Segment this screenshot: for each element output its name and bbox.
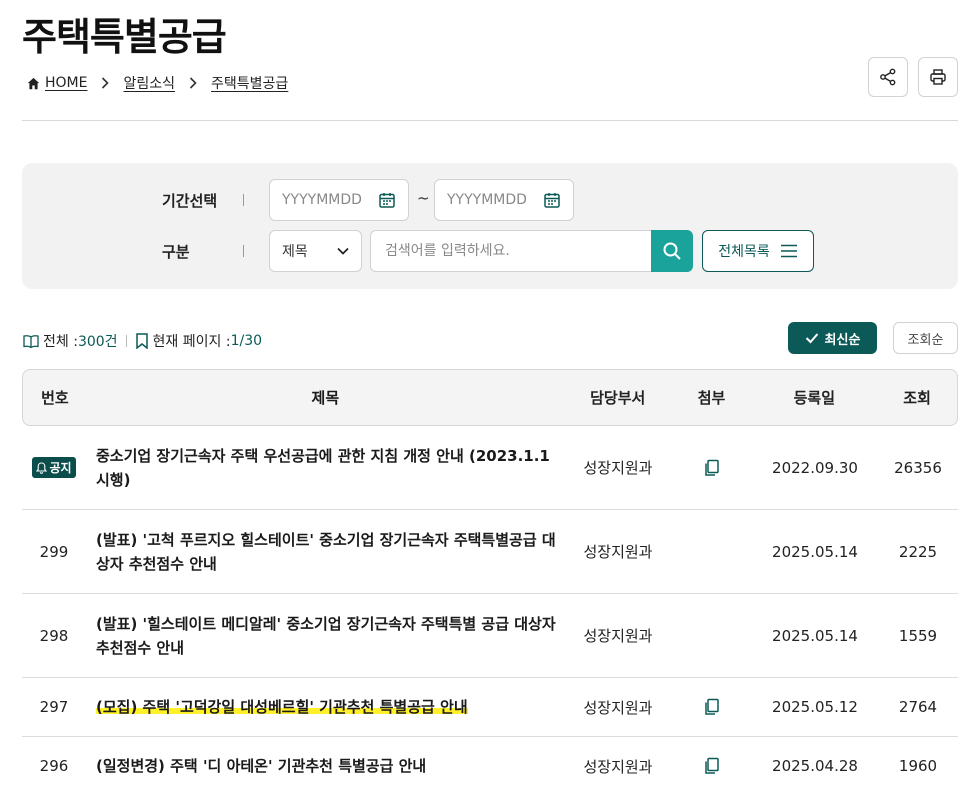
end-date-input[interactable]: YYYYMMDD — [434, 179, 574, 221]
home-icon — [27, 77, 40, 90]
post-date: 2022.09.30 — [772, 458, 858, 477]
breadcrumb: HOME 알림소식 주택특별공급 — [27, 73, 288, 93]
notice-badge: 공지 — [32, 457, 76, 478]
page-title: 주택특별공급 — [22, 15, 227, 59]
post-views: 26356 — [894, 458, 942, 477]
page-label: 현재 페이지 : — [152, 334, 231, 350]
total-count: 300건 — [77, 334, 118, 350]
table-header: 번호 제목 담당부서 첨부 등록일 조회 — [22, 369, 958, 426]
table-row[interactable]: 공지 중소기업 장기근속자 주택 우선공급에 관한 지침 개정 안내 (2023… — [22, 426, 958, 510]
post-date: 2025.05.14 — [772, 542, 858, 561]
header-date: 등록일 — [793, 389, 835, 407]
all-list-button[interactable]: 전체목록 — [702, 230, 814, 272]
category-label: 구분 — [162, 241, 244, 262]
post-number: 297 — [39, 698, 69, 716]
post-title[interactable]: (발표) '힐스테이트 메디알레' 중소기업 장기근속자 주택특별 공급 대상자… — [96, 615, 556, 657]
search-button[interactable] — [651, 230, 693, 272]
header-divider — [22, 120, 958, 121]
header-dept: 담당부서 — [590, 389, 646, 407]
table-row[interactable]: 297 (모집) 주택 '고덕강일 대성베르힐' 기관추천 특별공급 안내 성장… — [22, 678, 958, 737]
sort-latest-button[interactable]: 최신순 — [788, 322, 877, 354]
date-range-separator: ~ — [417, 189, 430, 207]
menu-icon — [780, 244, 798, 258]
post-date: 2025.04.28 — [772, 757, 858, 775]
calendar-icon[interactable] — [378, 191, 396, 209]
file-icon[interactable] — [703, 757, 721, 775]
share-icon — [879, 68, 897, 86]
list-stats: 전체 : 300건 현재 페이지 : 1/30 — [23, 331, 262, 351]
total-label: 전체 : — [43, 334, 78, 350]
bookmark-icon — [135, 333, 149, 349]
table-row[interactable]: 299 (발표) '고척 푸르지오 힐스테이트' 중소기업 장기근속자 주택특별… — [22, 510, 958, 594]
post-dept: 성장지원과 — [583, 543, 653, 561]
chevron-right-icon — [189, 77, 197, 89]
post-dept: 성장지원과 — [583, 627, 653, 645]
print-icon — [929, 68, 947, 86]
bell-icon — [36, 461, 48, 474]
period-label: 기간선택 — [162, 190, 244, 211]
chevron-right-icon — [101, 77, 110, 89]
calendar-icon[interactable] — [543, 191, 561, 209]
post-title[interactable]: (발표) '고척 푸르지오 힐스테이트' 중소기업 장기근속자 주택특별공급 대… — [96, 531, 556, 573]
post-views: 1559 — [898, 626, 938, 645]
search-panel: 기간선택 YYYYMMDD ~ YYYYMMDD 구분 제목 전체목록 — [22, 163, 958, 289]
post-number: 299 — [39, 542, 69, 561]
start-date-input[interactable]: YYYYMMDD — [269, 179, 409, 221]
post-date: 2025.05.14 — [772, 626, 858, 645]
file-icon[interactable] — [703, 698, 721, 716]
chevron-down-icon — [337, 247, 349, 255]
breadcrumb-notice[interactable]: 알림소식 — [123, 73, 175, 93]
breadcrumb-current[interactable]: 주택특별공급 — [211, 73, 288, 93]
header-no: 번호 — [41, 389, 69, 407]
post-number: 296 — [39, 757, 69, 775]
search-input[interactable] — [370, 230, 652, 272]
header-title: 제목 — [311, 388, 340, 407]
file-icon[interactable] — [703, 459, 721, 477]
print-button[interactable] — [918, 57, 958, 97]
header-views: 조회 — [903, 389, 931, 407]
post-dept: 성장지원과 — [583, 757, 653, 776]
page-count: 1/30 — [230, 333, 263, 349]
category-select[interactable]: 제목 — [269, 230, 362, 272]
check-icon — [805, 332, 819, 344]
share-button[interactable] — [868, 57, 908, 97]
book-icon — [23, 334, 39, 348]
table-row[interactable]: 296 (일정변경) 주택 '디 아테온' 기관추천 특별공급 안내 성장지원과… — [22, 737, 958, 795]
breadcrumb-home[interactable]: HOME — [45, 75, 87, 91]
post-date: 2025.05.12 — [772, 698, 858, 716]
post-views: 2764 — [898, 698, 938, 716]
post-views: 2225 — [898, 542, 938, 561]
post-title[interactable]: 중소기업 장기근속자 주택 우선공급에 관한 지침 개정 안내 (2023.1.… — [96, 447, 550, 489]
sort-views-button[interactable]: 조회순 — [893, 322, 958, 354]
post-title[interactable]: (일정변경) 주택 '디 아테온' 기관추천 특별공급 안내 — [96, 757, 426, 775]
post-title-highlighted[interactable]: (모집) 주택 '고덕강일 대성베르힐' 기관추천 특별공급 안내 — [96, 698, 468, 716]
table-row[interactable]: 298 (발표) '힐스테이트 메디알레' 중소기업 장기근속자 주택특별 공급… — [22, 594, 958, 678]
post-views: 1960 — [898, 757, 938, 775]
post-dept: 성장지원과 — [583, 459, 653, 477]
header-attach: 첨부 — [697, 389, 726, 407]
post-dept: 성장지원과 — [583, 698, 653, 717]
post-number: 298 — [39, 626, 69, 645]
search-icon — [662, 241, 682, 261]
post-table: 번호 제목 담당부서 첨부 등록일 조회 공지 중소기업 장기근속자 주택 우선… — [22, 369, 958, 795]
